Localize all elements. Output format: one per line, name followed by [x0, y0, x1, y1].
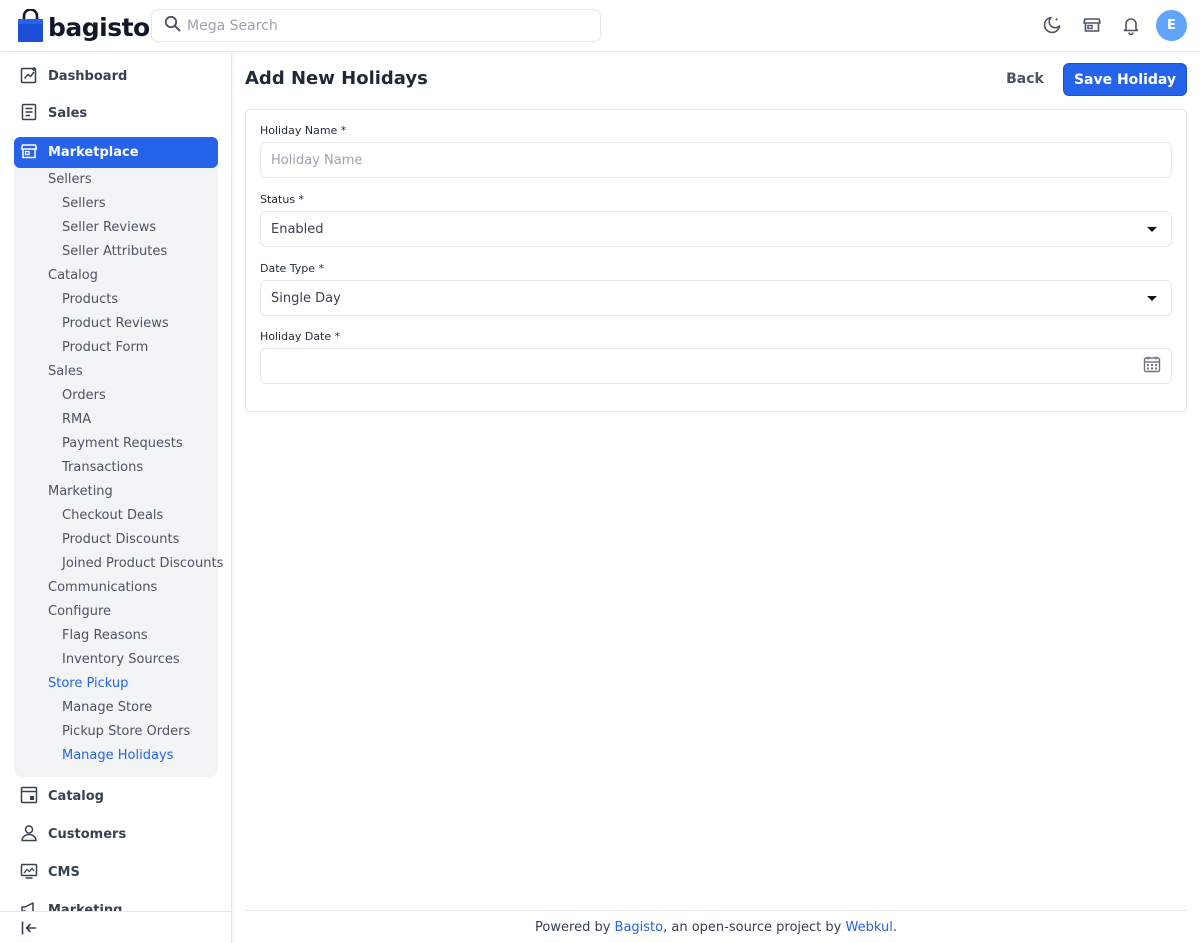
footer-prefix: Powered by [535, 919, 615, 935]
submenu-joined-product-discounts[interactable]: Joined Product Discounts [62, 556, 223, 571]
submenu-catalog-group[interactable]: Catalog [48, 268, 98, 283]
holiday-name-label: Holiday Name * [260, 124, 347, 137]
top-header: bagisto E [0, 0, 1200, 52]
shopping-bag-icon [18, 8, 43, 46]
page-title: Add New Holidays [245, 68, 428, 89]
submenu-orders[interactable]: Orders [62, 388, 106, 403]
sidebar-item-label: Marketplace [48, 145, 139, 160]
receipt-icon [20, 103, 38, 125]
date-type-label: Date Type * [260, 262, 325, 275]
brand-name: bagisto [48, 13, 150, 42]
sidebar-item-cms[interactable]: CMS [14, 857, 218, 888]
submenu-product-reviews[interactable]: Product Reviews [62, 316, 169, 331]
sidebar-item-dashboard[interactable]: Dashboard [14, 61, 218, 92]
submenu-rma[interactable]: RMA [62, 412, 91, 427]
holiday-form-card: Holiday Name * Status * Enabled Date Typ… [245, 109, 1187, 412]
collapse-sidebar-icon[interactable] [20, 919, 38, 941]
sidebar-item-sales[interactable]: Sales [14, 98, 218, 129]
holiday-date-field[interactable] [260, 348, 1172, 384]
save-holiday-button[interactable]: Save Holiday [1063, 63, 1187, 96]
sidebar-item-label: Dashboard [48, 69, 128, 84]
chevron-down-icon [1147, 295, 1157, 301]
submenu-sales-group[interactable]: Sales [48, 364, 83, 379]
search-input[interactable] [187, 17, 567, 34]
submenu-checkout-deals[interactable]: Checkout Deals [62, 508, 163, 523]
submenu-inventory-sources[interactable]: Inventory Sources [62, 652, 180, 667]
submenu-sellers-group[interactable]: Sellers [48, 172, 92, 187]
submenu-sellers[interactable]: Sellers [62, 196, 106, 211]
submenu-seller-reviews[interactable]: Seller Reviews [62, 220, 156, 235]
submenu-seller-attributes[interactable]: Seller Attributes [62, 244, 167, 259]
bagisto-link[interactable]: Bagisto [615, 920, 664, 935]
submenu-flag-reasons[interactable]: Flag Reasons [62, 628, 148, 643]
submenu-communications[interactable]: Communications [48, 580, 157, 595]
mega-search-box[interactable] [151, 9, 601, 42]
sidebar-item-marketplace[interactable]: Marketplace [14, 137, 218, 168]
webkul-link[interactable]: Webkul [845, 920, 892, 935]
sidebar-collapse-bar [0, 911, 231, 943]
submenu-store-pickup-group[interactable]: Store Pickup [48, 676, 128, 691]
submenu-pickup-store-orders[interactable]: Pickup Store Orders [62, 724, 190, 739]
submenu-configure-group[interactable]: Configure [48, 604, 111, 619]
chevron-down-icon [1147, 226, 1157, 232]
submenu-payment-requests[interactable]: Payment Requests [62, 436, 183, 451]
sidebar-item-label: CMS [48, 865, 80, 880]
submenu-manage-holidays[interactable]: Manage Holidays [62, 748, 173, 763]
submenu-manage-store[interactable]: Manage Store [62, 700, 152, 715]
submenu-transactions[interactable]: Transactions [62, 460, 143, 475]
sidebar-item-label: Catalog [48, 789, 104, 804]
holiday-date-label: Holiday Date * [260, 330, 341, 343]
submenu-marketing-group[interactable]: Marketing [48, 484, 113, 499]
footer-suffix: . [892, 919, 897, 935]
submenu-products[interactable]: Products [62, 292, 118, 307]
sidebar: Dashboard Sales Marketplace Sellers Sell… [0, 52, 232, 943]
sidebar-item-customers[interactable]: Customers [14, 819, 218, 850]
submenu-product-discounts[interactable]: Product Discounts [62, 532, 179, 547]
sidebar-item-label: Customers [48, 827, 127, 842]
status-select[interactable]: Enabled [260, 211, 1172, 247]
calendar-icon[interactable] [1143, 355, 1161, 377]
search-icon [164, 15, 181, 36]
back-button[interactable]: Back [1000, 66, 1050, 92]
store-icon [20, 142, 38, 164]
brand-logo[interactable]: bagisto [18, 8, 150, 46]
dark-mode-icon[interactable] [1041, 14, 1063, 36]
catalog-icon [20, 786, 38, 808]
dashboard-icon [20, 66, 38, 88]
date-type-selected-value: Single Day [271, 290, 341, 306]
status-selected-value: Enabled [271, 221, 324, 237]
page-footer: Powered by Bagisto , an open-source proj… [245, 910, 1187, 943]
status-label: Status * [260, 193, 305, 206]
date-type-select[interactable]: Single Day [260, 280, 1172, 316]
user-icon [20, 824, 38, 846]
holiday-name-field[interactable] [260, 142, 1172, 178]
submenu-product-form[interactable]: Product Form [62, 340, 148, 355]
holiday-name-input[interactable] [271, 152, 1161, 168]
user-avatar[interactable]: E [1156, 10, 1187, 41]
sidebar-item-catalog[interactable]: Catalog [14, 781, 218, 812]
notification-bell-icon[interactable] [1120, 14, 1142, 36]
monitor-icon [20, 862, 38, 884]
marketplace-submenu: Sellers Sellers Seller Reviews Seller At… [14, 168, 223, 777]
sidebar-item-label: Sales [48, 106, 88, 121]
footer-middle: , an open-source project by [663, 919, 846, 935]
storefront-icon[interactable] [1081, 14, 1103, 36]
